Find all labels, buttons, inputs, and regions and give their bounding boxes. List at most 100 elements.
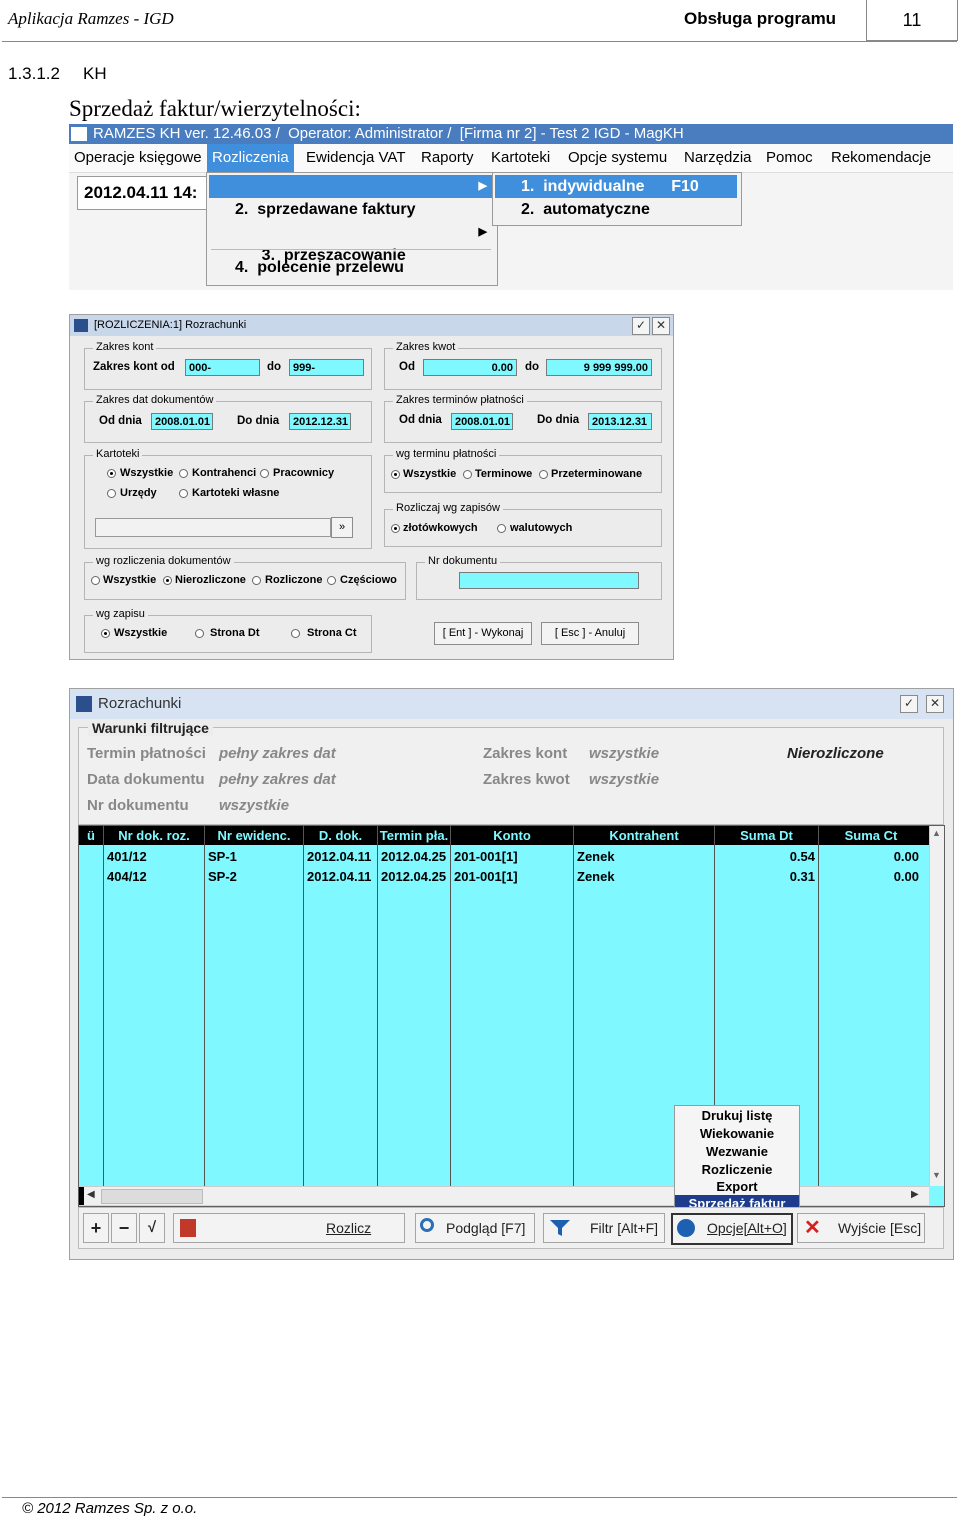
menu-raporty[interactable]: Raporty	[416, 144, 479, 172]
kartoteka-field[interactable]	[95, 518, 331, 537]
popup-item-export[interactable]: Export	[675, 1178, 799, 1195]
scroll-right-icon[interactable]: ▶	[911, 1189, 919, 1200]
filtr-label: Filtr [Alt+F]	[590, 1220, 659, 1236]
opcje-button[interactable]: Opcje[Alt+O]	[671, 1213, 793, 1245]
column-header[interactable]: Suma Dt	[715, 826, 818, 845]
radio-label: Urzędy	[120, 487, 157, 499]
scroll-thumb[interactable]	[101, 1189, 203, 1204]
radio-zapis-dt[interactable]	[195, 629, 204, 638]
radio-kartoteki-wlasne[interactable]	[179, 489, 188, 498]
column-header[interactable]: ü	[79, 826, 103, 845]
group-zakres-terminow: Zakres terminów płatności Od dnia 2008.0…	[384, 394, 662, 443]
menu-pomoc[interactable]: Pomoc	[761, 144, 818, 172]
popup-item-wiekowanie[interactable]: Wiekowanie	[675, 1125, 799, 1142]
menu-rozliczenia[interactable]: Rozliczenia	[207, 144, 294, 172]
kwota-od-field[interactable]: 0.00	[423, 359, 517, 376]
app-title-bar: RAMZES KH ver. 12.46.03 / Operator: Admi…	[69, 124, 953, 144]
podglad-button[interactable]: Podgląd [F7]	[415, 1213, 535, 1243]
filtr-button[interactable]: Filtr [Alt+F]	[543, 1213, 665, 1243]
pin-icon[interactable]: ✓	[900, 695, 918, 713]
table-row[interactable]: 404/12 SP-2 2012.04.11 2012.04.25 201-00…	[79, 867, 929, 887]
filter-value-nr: wszystkie	[219, 797, 290, 814]
radio-kartoteki-pracownicy[interactable]	[260, 469, 269, 478]
konto-do-field[interactable]: 999-	[289, 359, 364, 376]
popup-item-drukuj[interactable]: Drukuj listę	[675, 1107, 799, 1124]
check-icon[interactable]: √	[139, 1213, 165, 1243]
plus-icon[interactable]: +	[83, 1213, 109, 1243]
radio-kartoteki-kontrahenci[interactable]	[179, 469, 188, 478]
radio-rozl-rozliczone[interactable]	[252, 576, 261, 585]
vertical-scrollbar[interactable]: ▲ ▼	[929, 826, 944, 1186]
menu-item-sprzedawane-faktury[interactable]: 2. sprzedawane faktury	[209, 198, 493, 221]
rozlicz-button[interactable]: Rozlicz	[173, 1213, 405, 1243]
radio-zlotowkowych[interactable]	[391, 524, 400, 533]
group-label: Nr dokumentu	[425, 555, 501, 567]
scroll-up-icon[interactable]: ▲	[932, 828, 941, 838]
kwota-do-field[interactable]: 9 999 999.00	[546, 359, 652, 376]
pin-icon[interactable]: ✓	[632, 317, 650, 335]
scroll-down-icon[interactable]: ▼	[932, 1170, 941, 1180]
radio-label: Terminowe	[475, 468, 533, 480]
radio-walutowych[interactable]	[497, 524, 506, 533]
radio-zapis-ct[interactable]	[291, 629, 300, 638]
group-label: Zakres kont	[93, 341, 157, 353]
menu-narzedzia[interactable]: Narzędzia	[679, 144, 757, 172]
konto-od-field[interactable]: 000-	[185, 359, 260, 376]
termin-do-field[interactable]: 2013.12.31	[588, 413, 652, 430]
menu-ewidencja-vat[interactable]: Ewidencja VAT	[301, 144, 411, 172]
column-header[interactable]: Kontrahent	[574, 826, 714, 845]
menu-rekomendacje[interactable]: Rekomendacje	[826, 144, 936, 172]
column-header[interactable]: Nr ewidenc.	[205, 826, 303, 845]
anuluj-button[interactable]: [ Esc ] - Anuluj	[541, 622, 639, 645]
close-icon[interactable]: ✕	[652, 317, 670, 335]
menu-item-rozrachunki[interactable]: 1. rozrachunki ▶	[209, 175, 493, 218]
menu-opcje-systemu[interactable]: Opcje systemu	[563, 144, 672, 172]
termin-od-field[interactable]: 2008.01.01	[451, 413, 513, 430]
filter-label-konta: Zakres kont	[483, 745, 568, 762]
minus-icon[interactable]: −	[111, 1213, 137, 1243]
data-od-field[interactable]: 2008.01.01	[151, 413, 213, 430]
nr-dokumentu-field[interactable]	[459, 572, 639, 589]
radio-termin-przeterminowane[interactable]	[539, 470, 548, 479]
column-header[interactable]: Konto	[451, 826, 573, 845]
scroll-left-icon[interactable]: ◀	[87, 1189, 95, 1200]
popup-item-rozliczenie[interactable]: Rozliczenie	[675, 1161, 799, 1178]
group-zapisy: Rozliczaj wg zapisów złotówkowych waluto…	[384, 502, 662, 547]
menu-kartoteki[interactable]: Kartoteki	[486, 144, 555, 172]
screenshot-menu: RAMZES KH ver. 12.46.03 / Operator: Admi…	[69, 124, 953, 290]
group-nr-dokumentu: Nr dokumentu	[416, 555, 662, 600]
table-row[interactable]: 401/12 SP-1 2012.04.11 2012.04.25 201-00…	[79, 847, 929, 867]
date-display: 2012.04.11 14:	[77, 176, 217, 210]
popup-item-wezwanie[interactable]: Wezwanie	[675, 1143, 799, 1160]
radio-label: Wszystkie	[403, 468, 457, 480]
column-header[interactable]: Suma Ct	[819, 826, 923, 845]
wykonaj-button[interactable]: [ Ent ] - Wykonaj	[434, 622, 532, 645]
menu-item-polecenie-przelewu[interactable]: 4. polecenie przelewu	[209, 256, 493, 279]
menu-item-indywidualne[interactable]: 1. indywidualne F10	[495, 175, 737, 198]
group-zakres-kwot: Zakres kwot Od 0.00 do 9 999 999.00	[384, 341, 662, 390]
close-icon[interactable]: ✕	[926, 695, 944, 713]
menu-operacje[interactable]: Operacje księgowe	[69, 144, 207, 172]
column-header[interactable]: D. dok.	[304, 826, 377, 845]
menu-item-przeszacowanie[interactable]: 3. przeszacowanie ▶	[209, 221, 493, 264]
termin-do-label: Do dnia	[537, 414, 580, 426]
radio-termin-terminowe[interactable]	[463, 470, 472, 479]
wyjscie-button[interactable]: ✕ Wyjście [Esc]	[797, 1213, 925, 1243]
radio-termin-wszystkie[interactable]	[391, 470, 400, 479]
radio-kartoteki-wszystkie[interactable]	[107, 469, 116, 478]
browse-button[interactable]: »	[331, 517, 353, 538]
data-do-field[interactable]: 2012.12.31	[289, 413, 351, 430]
horizontal-scrollbar[interactable]: ◀ ▶	[79, 1186, 929, 1205]
radio-zapis-wszystkie[interactable]	[101, 629, 110, 638]
menu-item-automatyczne[interactable]: 2. automatyczne	[495, 198, 737, 221]
rozliczenia-dropdown: 1. rozrachunki ▶ 2. sprzedawane faktury 3…	[206, 172, 498, 286]
column-header[interactable]: Termin pła.	[378, 826, 450, 845]
group-kartoteki: Kartoteki Wszystkie Kontrahenci Pracowni…	[84, 448, 372, 549]
radio-rozl-nierozliczone[interactable]	[163, 576, 172, 585]
radio-kartoteki-urzedy[interactable]	[107, 489, 116, 498]
group-zakres-dat: Zakres dat dokumentów Od dnia 2008.01.01…	[84, 394, 372, 443]
radio-rozl-czesciowo[interactable]	[327, 576, 336, 585]
radio-rozl-wszystkie[interactable]	[91, 576, 100, 585]
column-header[interactable]: Nr dok. roz.	[104, 826, 204, 845]
group-label: Zakres kwot	[393, 341, 459, 353]
